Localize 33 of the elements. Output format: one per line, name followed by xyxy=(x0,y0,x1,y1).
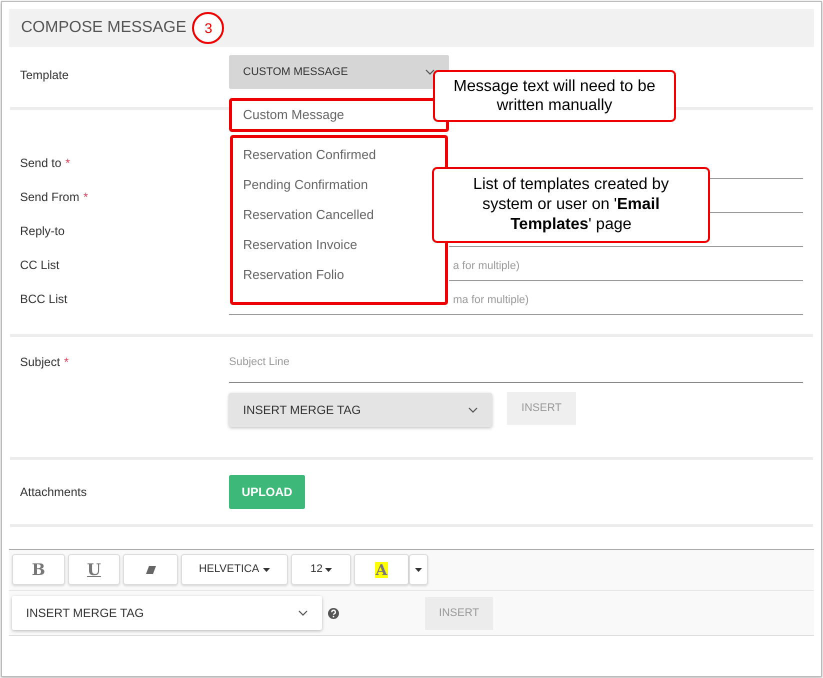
color-dropdown-button[interactable] xyxy=(409,554,428,585)
merge-tag-dropdown[interactable]: INSERT MERGE TAG xyxy=(12,596,322,630)
annotation-tooltip: Message text will need to be written manually xyxy=(433,70,676,122)
clear-format-button[interactable] xyxy=(123,554,178,585)
help-icon[interactable] xyxy=(328,608,339,618)
chevron-down-icon xyxy=(468,407,478,413)
bold-button[interactable]: B xyxy=(12,554,65,585)
required-mark: * xyxy=(83,190,88,204)
caret-icon xyxy=(415,568,422,572)
underline-button[interactable]: U xyxy=(68,554,120,585)
caret-icon xyxy=(263,568,270,572)
field-label: Reply-to xyxy=(20,223,66,240)
field-label: Attachments xyxy=(20,484,88,501)
annotation-tooltip: List of templates created by system or user on 'Email Templates' page xyxy=(432,167,710,243)
chevron-down-icon xyxy=(298,610,308,616)
font-family-dropdown[interactable]: HELVETICA xyxy=(181,554,288,585)
field-label: CC List xyxy=(20,257,60,274)
field-label: Subject * xyxy=(20,354,70,371)
required-mark: * xyxy=(65,156,70,170)
field-label: Send From * xyxy=(20,189,90,206)
merge-tag-dropdown[interactable]: INSERT MERGE TAG xyxy=(229,393,492,427)
section-title: COMPOSE MESSAGE xyxy=(21,18,186,38)
text-color-button[interactable]: A xyxy=(354,554,409,585)
required-mark: * xyxy=(64,355,69,369)
template-dropdown[interactable]: CUSTOM MESSAGE xyxy=(229,55,449,89)
step-badge: 3 xyxy=(192,12,224,44)
field-label: BCC List xyxy=(20,291,68,308)
field-label: Send to * xyxy=(20,155,72,172)
chevron-down-icon xyxy=(425,69,435,75)
eraser-icon xyxy=(146,566,156,574)
font-size-dropdown[interactable]: 12 xyxy=(291,554,351,585)
caret-icon xyxy=(324,568,332,572)
field-label: Template xyxy=(20,67,70,84)
